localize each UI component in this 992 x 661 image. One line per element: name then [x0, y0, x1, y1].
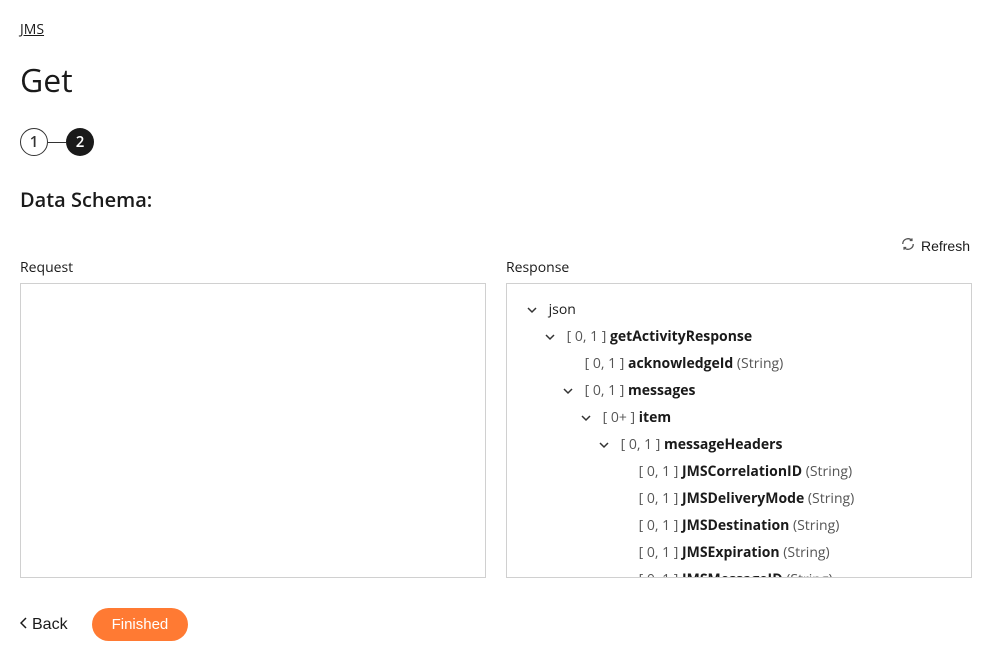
footer: Back Finished [20, 608, 972, 641]
refresh-row: Refresh [20, 237, 972, 254]
tree-node-name: messages [628, 381, 696, 400]
tree-cardinality: [ 0+ ] [603, 408, 635, 427]
tree-cardinality: [ 0, 1 ] [639, 462, 679, 481]
breadcrumb-link-jms[interactable]: JMS [20, 20, 44, 39]
tree-node-item: [ 0+ ] item [515, 404, 963, 431]
tree-node-name: messageHeaders [664, 435, 782, 454]
tree-cardinality: [ 0, 1 ] [639, 489, 679, 508]
tree-node-type: (String) [737, 354, 783, 373]
tree-node-name: JMSExpiration [682, 543, 780, 562]
tree-node-name: item [639, 408, 671, 427]
request-panel: Request [20, 258, 486, 578]
tree-node-type: (String) [808, 489, 854, 508]
tree-node-messages: [ 0, 1 ] messages [515, 377, 963, 404]
tree-cardinality: [ 0, 1 ] [585, 381, 625, 400]
page-title: Get [20, 59, 972, 102]
tree-node-type: (String) [793, 516, 839, 535]
tree-node-name: JMSMessageID [682, 570, 783, 578]
tree-node-name: JMSCorrelationID [682, 462, 802, 481]
section-title: Data Schema: [20, 186, 972, 213]
tree-node-name: JMSDestination [682, 516, 789, 535]
tree-node-type: (String) [786, 570, 832, 578]
chevron-down-icon [527, 305, 537, 315]
back-button[interactable]: Back [20, 616, 68, 634]
step-connector [48, 142, 66, 143]
chevron-down-icon [599, 440, 609, 450]
finished-button[interactable]: Finished [92, 608, 189, 641]
panels: Request Response json [20, 258, 972, 578]
breadcrumb: JMS [20, 20, 972, 39]
response-panel: Response json [ 0, 1 [506, 258, 972, 578]
back-label: Back [32, 616, 68, 634]
response-label: Response [506, 258, 972, 277]
refresh-label: Refresh [921, 238, 970, 254]
tree-cardinality: [ 0, 1 ] [621, 435, 661, 454]
refresh-icon [901, 237, 915, 254]
tree-node-name: getActivityResponse [610, 327, 752, 346]
tree-cardinality: [ 0, 1 ] [585, 354, 625, 373]
stepper: 1 2 [20, 128, 972, 156]
chevron-left-icon [20, 616, 28, 634]
tree-node-type: (String) [783, 543, 829, 562]
response-body[interactable]: json [ 0, 1 ] getActivityResponse [506, 283, 972, 578]
tree-node-getactivityresponse: [ 0, 1 ] getActivityResponse [515, 323, 963, 350]
tree-node-jmsmessageid: [ 0, 1 ] JMSMessageID (String) [515, 566, 963, 578]
tree-node-label: json [549, 300, 576, 319]
tree-node-jmsexpiration: [ 0, 1 ] JMSExpiration (String) [515, 539, 963, 566]
step-1[interactable]: 1 [20, 128, 48, 156]
tree-toggle[interactable] [525, 303, 539, 317]
tree-cardinality: [ 0, 1 ] [639, 543, 679, 562]
tree-toggle[interactable] [561, 384, 575, 398]
chevron-down-icon [563, 386, 573, 396]
tree-node-type: (String) [806, 462, 852, 481]
tree-node-acknowledgeid: [ 0, 1 ] acknowledgeId (String) [515, 350, 963, 377]
tree-node-jmsdestination: [ 0, 1 ] JMSDestination (String) [515, 512, 963, 539]
request-body[interactable] [20, 283, 486, 578]
tree-node-messageheaders: [ 0, 1 ] messageHeaders [515, 431, 963, 458]
response-tree: json [ 0, 1 ] getActivityResponse [515, 296, 963, 578]
tree-node-name: JMSDeliveryMode [682, 489, 804, 508]
refresh-button[interactable]: Refresh [901, 237, 970, 254]
chevron-down-icon [545, 332, 555, 342]
step-2[interactable]: 2 [66, 128, 94, 156]
tree-toggle[interactable] [597, 438, 611, 452]
chevron-down-icon [581, 413, 591, 423]
tree-cardinality: [ 0, 1 ] [639, 570, 679, 578]
tree-cardinality: [ 0, 1 ] [639, 516, 679, 535]
tree-cardinality: [ 0, 1 ] [567, 327, 607, 346]
tree-toggle[interactable] [543, 330, 557, 344]
tree-node-json: json [515, 296, 963, 323]
request-label: Request [20, 258, 486, 277]
tree-node-name: acknowledgeId [628, 354, 733, 373]
tree-toggle[interactable] [579, 411, 593, 425]
tree-node-jmscorrelationid: [ 0, 1 ] JMSCorrelationID (String) [515, 458, 963, 485]
page-container: JMS Get 1 2 Data Schema: Refresh Request [0, 0, 992, 661]
tree-node-jmsdeliverymode: [ 0, 1 ] JMSDeliveryMode (String) [515, 485, 963, 512]
